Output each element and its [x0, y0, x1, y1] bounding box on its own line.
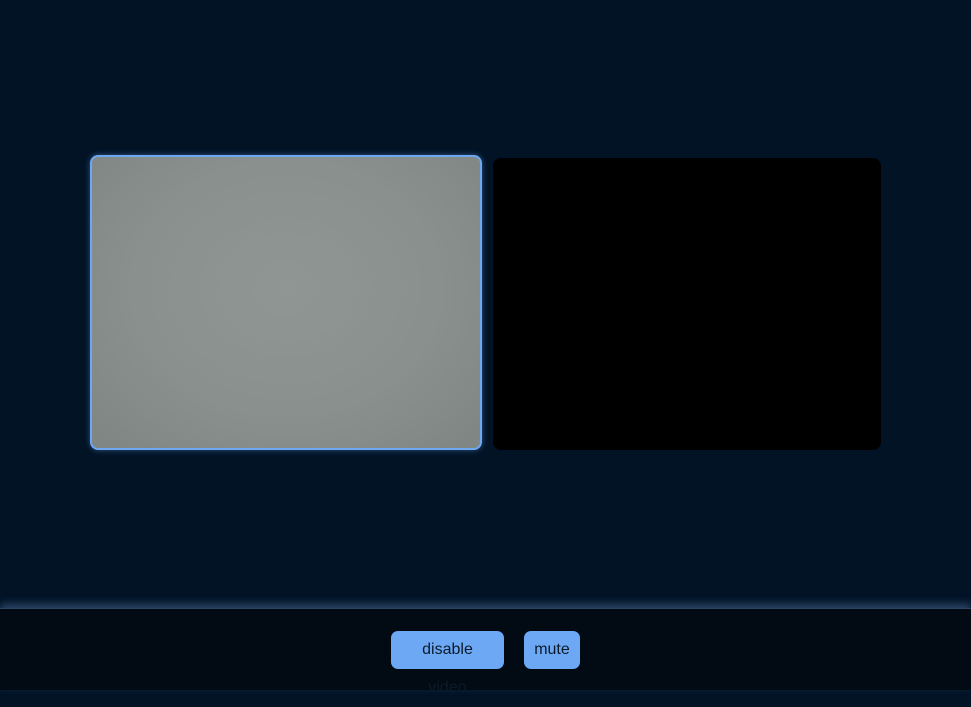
call-controls-bar: disable video mute [0, 608, 971, 696]
video-stage [0, 0, 971, 608]
local-video-tile [90, 155, 482, 450]
mute-button[interactable]: mute [524, 631, 580, 669]
disable-video-button[interactable]: disable video [391, 631, 504, 696]
remote-video-tile [493, 158, 881, 450]
